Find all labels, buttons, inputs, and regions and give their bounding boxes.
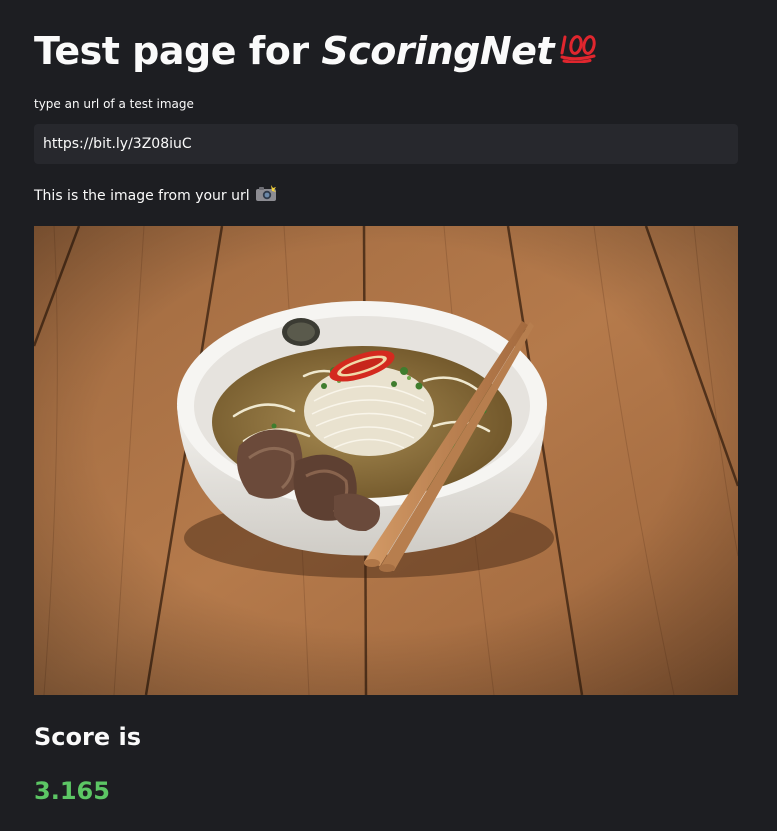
score-heading: Score is [34, 723, 141, 751]
main-content: Test page for ScoringNet type an url of … [34, 0, 738, 807]
url-input[interactable] [34, 124, 738, 164]
page-title: Test page for ScoringNet [34, 0, 738, 76]
preview-photo [34, 226, 738, 695]
image-caption-text: This is the image from your url [34, 188, 250, 204]
camera-flash-icon [255, 184, 277, 208]
page-title-prefix: Test page for [34, 29, 322, 73]
score-value: 3.165 [34, 777, 110, 805]
image-caption: This is the image from your url [34, 184, 738, 208]
hundred-points-icon [560, 25, 596, 75]
url-input-label: type an url of a test image [34, 97, 194, 111]
page-title-emphasis: ScoringNet [321, 29, 555, 73]
